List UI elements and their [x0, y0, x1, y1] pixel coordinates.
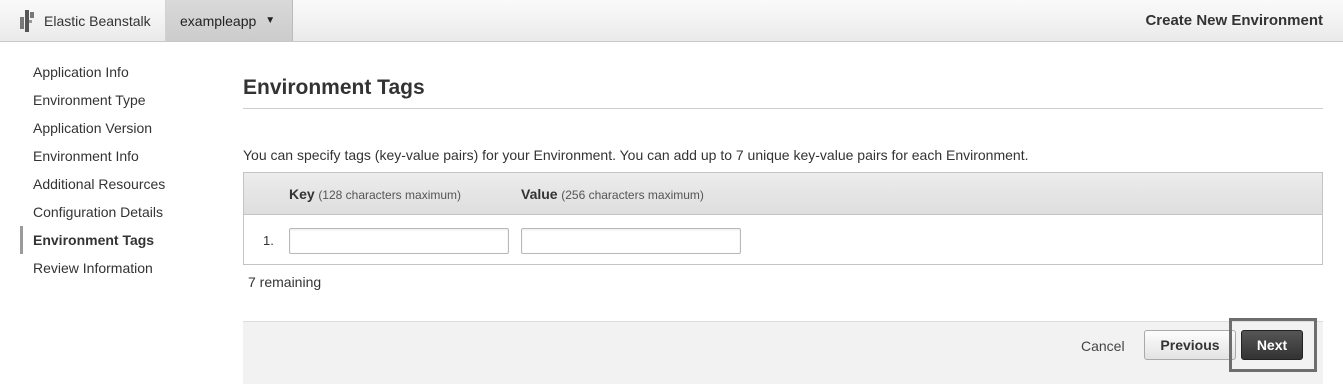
tag-value-input[interactable] — [521, 228, 741, 254]
tags-table-header: Key (128 characters maximum) Value (256 … — [244, 173, 1322, 215]
remaining-count: 7 remaining — [248, 274, 322, 290]
sidebar-item-application-version[interactable]: Application Version — [20, 114, 220, 142]
row-number: 1. — [263, 233, 274, 248]
table-row: 1. — [244, 215, 1322, 264]
brand-home-link[interactable]: Elastic Beanstalk — [0, 0, 166, 41]
key-column-header: Key (128 characters maximum) — [289, 186, 461, 202]
brand-name: Elastic Beanstalk — [44, 12, 151, 29]
sidebar-item-environment-type[interactable]: Environment Type — [20, 86, 220, 114]
intro-text: You can specify tags (key-value pairs) f… — [243, 147, 1029, 163]
value-column-header: Value (256 characters maximum) — [521, 186, 704, 202]
sidebar-item-additional-resources[interactable]: Additional Resources — [20, 170, 220, 198]
application-name: exampleapp — [180, 12, 257, 29]
sidebar-item-environment-info[interactable]: Environment Info — [20, 142, 220, 170]
tag-key-input[interactable] — [289, 228, 509, 254]
sidebar-item-environment-tags[interactable]: Environment Tags — [20, 226, 220, 254]
tags-table: Key (128 characters maximum) Value (256 … — [243, 172, 1323, 265]
wizard-steps-sidebar: Application Info Environment Type Applic… — [20, 58, 220, 282]
elastic-beanstalk-logo-icon — [20, 9, 34, 32]
key-header-hint: (128 characters maximum) — [318, 188, 462, 202]
key-header-label: Key — [289, 186, 315, 202]
page-title: Environment Tags — [243, 58, 1323, 109]
application-dropdown[interactable]: exampleapp ▼ — [166, 0, 293, 41]
next-button[interactable]: Next — [1241, 330, 1303, 360]
value-header-label: Value — [521, 186, 558, 202]
main-content: Environment Tags You can specify tags (k… — [243, 58, 1323, 290]
chevron-down-icon: ▼ — [265, 15, 276, 26]
previous-button[interactable]: Previous — [1144, 330, 1236, 360]
wizard-footer: Cancel Previous Next — [243, 321, 1323, 384]
value-header-hint: (256 characters maximum) — [561, 188, 704, 202]
page-header-title: Create New Environment — [1145, 12, 1323, 29]
top-navigation-bar: Elastic Beanstalk exampleapp ▼ Create Ne… — [0, 0, 1343, 42]
sidebar-item-configuration-details[interactable]: Configuration Details — [20, 198, 220, 226]
cancel-link[interactable]: Cancel — [1081, 338, 1125, 354]
sidebar-item-review-information[interactable]: Review Information — [20, 254, 220, 282]
sidebar-item-application-info[interactable]: Application Info — [20, 58, 220, 86]
